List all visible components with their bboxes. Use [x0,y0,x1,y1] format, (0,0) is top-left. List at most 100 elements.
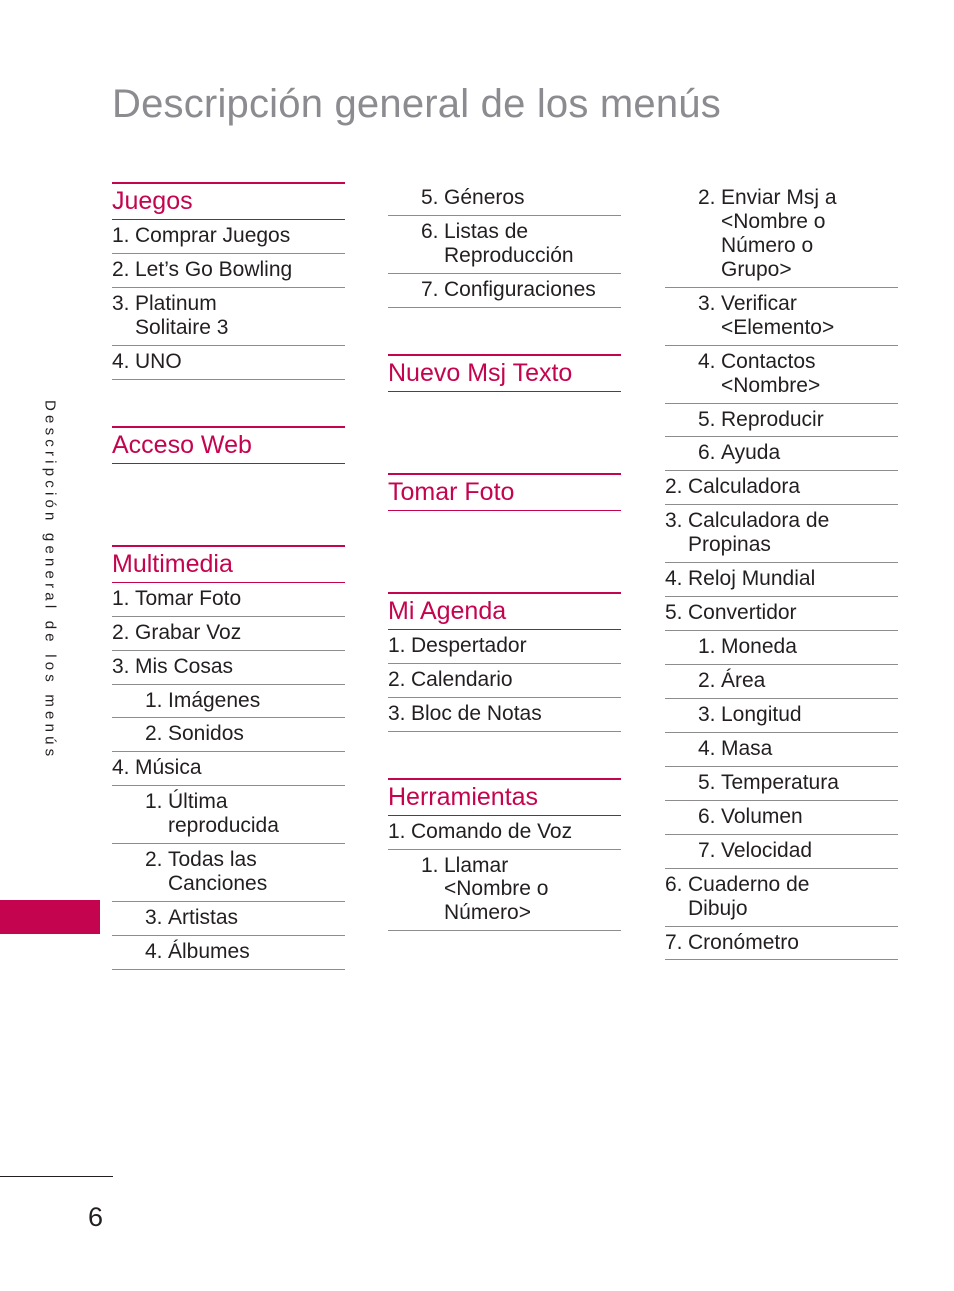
menu-item-number: 3. [665,509,683,533]
section-heading[interactable]: Tomar Foto [388,472,621,511]
menu-item-number: 2. [112,257,130,281]
menu-item-number: 1. [388,819,406,843]
menu-item[interactable]: 6. Volumen [665,801,898,835]
menu-item-number: 5. [665,601,683,625]
menu-item[interactable]: 4. Álbumes [112,936,345,970]
menu-item[interactable]: 2. Grabar Voz [112,617,345,651]
section-blank-row [112,464,345,499]
menu-item-label: Géneros [444,186,525,209]
menu-item[interactable]: 3. Platinum Solitaire 3 [112,288,345,346]
menu-item-label: Tomar Foto [135,586,242,610]
section-heading[interactable]: Herramientas [388,777,621,816]
menu-item-label: Calendario [411,667,513,691]
menu-item[interactable]: 1. Imágenes [112,685,345,719]
menu-item-number: 4. [112,756,130,780]
menu-item[interactable]: 1. Comprar Juegos [112,220,345,254]
menu-item-number: 2. [665,475,683,499]
menu-item[interactable]: 1. Despertador [388,630,621,664]
menu-item[interactable]: 6. Cuaderno de Dibujo [665,869,898,927]
menu-item[interactable]: 3. Longitud [665,699,898,733]
menu-item-number: 5. [698,770,716,794]
menu-item[interactable]: 5. Convertidor [665,597,898,632]
menu-item-number: 4. [145,940,163,963]
menu-item-label: Verificar <Elemento> [721,291,835,339]
menu-columns: Juegos 1. Comprar Juegos 2. Let’s Go Bowling… [0,0,954,1291]
menu-item-number: 1. [421,853,439,877]
menu-item-number: 2. [145,722,163,746]
menu-item-number: 6. [698,804,716,828]
menu-item-number: 2. [112,620,130,644]
menu-item-number: 7. [421,277,439,301]
menu-item-label: Calculadora [688,475,801,499]
menu-item-number: 1. [698,635,716,659]
column-2: 5. Géneros 6. Listas de Reproducción 7. Confi… [388,182,621,932]
menu-item[interactable]: 1. Comando de Voz [388,816,621,850]
menu-item-label: Despertador [411,633,527,657]
menu-item-number: 5. [698,407,716,431]
menu-item-label: Moneda [721,635,797,659]
section-heading[interactable]: Juegos [112,182,345,220]
menu-item[interactable]: 2. Enviar Msj a <Nombre o Número o Grupo> [665,182,898,288]
menu-item[interactable]: 4. Masa [665,733,898,767]
menu-item[interactable]: 6. Listas de Reproducción [388,216,621,274]
menu-item-number: 4. [665,567,683,591]
menu-item[interactable]: 4. Contactos <Nombre> [665,346,898,404]
menu-item[interactable]: 7. Cronómetro [665,927,898,961]
menu-item-number: 1. [145,790,163,814]
menu-item[interactable]: 1. Moneda [665,631,898,665]
section-blank-row [388,392,621,427]
menu-item[interactable]: 2. Let’s Go Bowling [112,254,345,288]
menu-item[interactable]: 3. Mis Cosas [112,651,345,685]
menu-item-label: Imágenes [168,688,261,712]
menu-item-number: 2. [145,848,163,872]
menu-item[interactable]: 1. Tomar Foto [112,583,345,617]
menu-item-label: Calculadora de Propinas [688,509,830,557]
menu-item-number: 1. [388,633,406,657]
menu-item-label: Llamar <Nombre o Número> [444,853,549,925]
menu-item-number: 3. [698,291,716,315]
menu-item[interactable]: 2. Sonidos [112,718,345,753]
menu-item[interactable]: 6. Ayuda [665,437,898,472]
menu-item-label: Configuraciones [444,277,596,301]
menu-item[interactable]: 7. Configuraciones [388,274,621,308]
menu-item[interactable]: 2. Calendario [388,664,621,698]
menu-item-number: 3. [388,701,406,725]
section-heading[interactable]: Mi Agenda [388,591,621,630]
menu-item[interactable]: 4. Música [112,752,345,787]
menu-item[interactable]: 2. Todas las Canciones [112,844,345,903]
menu-item[interactable]: 3. Bloc de Notas [388,698,621,732]
menu-item-label: Longitud [721,702,802,726]
menu-item[interactable]: 4. UNO [112,346,345,380]
menu-item[interactable]: 5. Reproducir [665,404,898,438]
menu-item[interactable]: 3. Calculadora de Propinas [665,505,898,564]
menu-item-label: Contactos <Nombre> [721,349,821,397]
menu-item-number: 2. [388,667,406,691]
menu-item[interactable]: 7. Velocidad [665,835,898,869]
section-heading[interactable]: Nuevo Msj Texto [388,353,621,392]
menu-item-label: Comprar Juegos [135,224,291,247]
menu-item-label: Enviar Msj a <Nombre o Número o Grupo> [721,186,837,281]
footer-divider [0,1176,113,1177]
menu-item[interactable]: 3. Verificar <Elemento> [665,288,898,346]
menu-item-label: Música [135,756,202,780]
menu-item-label: UNO [135,349,182,373]
section-heading[interactable]: Multimedia [112,544,345,583]
menu-item-number: 1. [145,688,163,712]
menu-item-number: 2. [698,186,716,209]
menu-item-number: 2. [698,669,716,692]
menu-item[interactable]: 1. Llamar <Nombre o Número> [388,850,621,932]
column-1: Juegos 1. Comprar Juegos 2. Let’s Go Bowling… [112,182,345,970]
menu-item[interactable]: 4. Reloj Mundial [665,563,898,598]
menu-item[interactable]: 3. Artistas [112,902,345,936]
menu-item-label: Ayuda [721,441,781,465]
menu-item[interactable]: 2. Área [665,665,898,699]
menu-item[interactable]: 5. Géneros [388,182,621,216]
menu-item-label: Cuaderno de Dibujo [688,872,810,920]
menu-item[interactable]: 5. Temperatura [665,767,898,801]
menu-item[interactable]: 2. Calculadora [665,471,898,506]
section-heading[interactable]: Acceso Web [112,425,345,464]
menu-item[interactable]: 1. Última reproducida [112,786,345,845]
